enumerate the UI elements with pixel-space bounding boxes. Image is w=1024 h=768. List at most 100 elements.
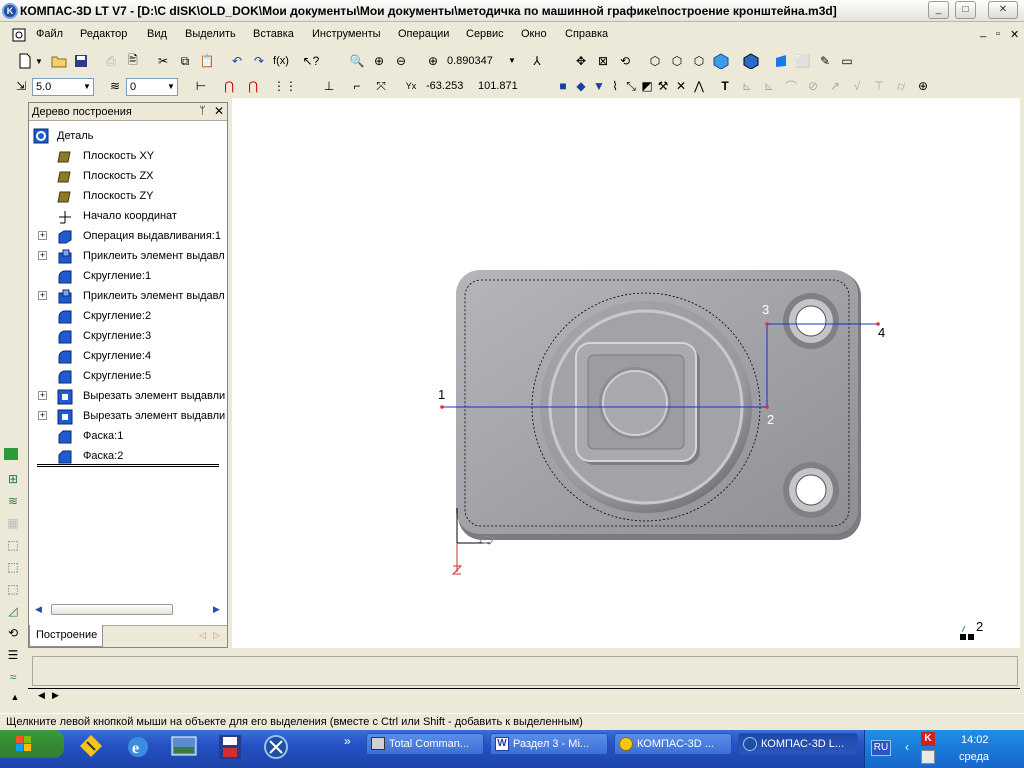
tree-item[interactable]: Скругление:3 [29,327,225,347]
face-filter-icon[interactable]: ◆ [572,77,590,95]
expand-icon[interactable]: + [38,251,47,260]
orientation-icon[interactable]: ⅄ [528,52,546,70]
internet-explorer-icon[interactable]: e [124,733,152,761]
tab-next-icon[interactable]: ▷ [213,630,220,641]
measure-icon[interactable]: ≈ [4,668,22,686]
pan-icon[interactable]: ✥ [572,52,590,70]
close-button[interactable]: ✕ [988,1,1018,19]
zoom-out-icon[interactable]: ⊖ [392,52,410,70]
sketch-point[interactable] [440,405,444,409]
model-view-svg[interactable]: 1 2 3 4 2 [232,98,1020,648]
quicklaunch-app-icon[interactable] [78,733,104,759]
select-face-icon[interactable]: ◿ [4,602,22,620]
model-icon[interactable]: ⬜ [794,52,812,70]
model-viewport[interactable]: 1 2 3 4 2 [232,98,1020,648]
properties-next-icon[interactable]: ▶ [52,690,59,701]
tray-app-icon[interactable] [921,750,935,764]
print-preview-icon[interactable]: 🖹 [124,52,142,70]
wireframe-icon[interactable]: ⬡ [646,52,664,70]
layer-combo[interactable]: 0 ▼ [126,78,178,96]
antivirus-icon[interactable]: K [921,732,935,746]
doc-minimize-button[interactable]: _ [980,26,986,38]
task-total-commander[interactable]: Total Comman... [366,733,484,755]
ortho-icon[interactable]: ⊢ [192,77,210,95]
doc-restore-button[interactable]: ▫ [996,28,1000,40]
mounting-hole-top[interactable] [783,293,839,349]
tree-item[interactable]: Скругление:1 [29,267,225,287]
dim-radius-icon[interactable]: ⌒ [782,77,800,95]
hidden-thin-icon[interactable]: ⬡ [690,52,708,70]
text-icon[interactable]: T [716,77,734,95]
tree-item[interactable]: + Вырезать элемент выдавли [29,387,225,407]
rotate-tool-icon[interactable]: ⟲ [4,624,22,642]
grid-icon[interactable]: ⋮⋮ [273,77,297,95]
print-icon[interactable]: ⎙ [102,52,120,70]
start-button[interactable] [0,730,64,758]
menu-tools[interactable]: Инструменты [312,28,381,40]
paste-icon[interactable]: 📋 [198,52,216,70]
language-indicator[interactable]: RU [871,740,891,756]
sketch-point[interactable] [765,405,769,409]
floppy-app-icon[interactable] [216,733,244,761]
edit-details-icon[interactable] [4,448,18,460]
snap-magnet-icon[interactable]: ⋂ [220,77,238,95]
tree-root[interactable]: Деталь [29,127,219,147]
hammer-icon[interactable]: ⚒ [654,77,672,95]
rotate-icon[interactable]: ⟲ [616,52,634,70]
document-icon[interactable] [10,26,28,44]
select-region-icon[interactable]: ⬚ [4,558,22,576]
scroll-thumb[interactable] [51,604,173,615]
tree-item[interactable]: + Приклеить элемент выдавл [29,287,225,307]
zoom-fit-icon[interactable]: ⊠ [594,52,612,70]
dim-diameter-icon[interactable]: ⊘ [804,77,822,95]
help-pointer-icon[interactable]: ↖? [302,52,320,70]
square-boss[interactable] [575,342,700,465]
menu-service[interactable]: Сервис [466,28,504,40]
layers-tool-icon[interactable]: ≋ [4,492,22,510]
select-frame-icon[interactable]: ⬚ [4,536,22,554]
minimize-button[interactable]: _ [928,1,949,19]
tree-item[interactable]: Скругление:4 [29,347,225,367]
crosshair-icon[interactable]: ⊕ [914,77,932,95]
tree-close-icon[interactable]: ✕ [214,104,224,118]
cut-icon[interactable]: ✂ [154,52,172,70]
scale-combo[interactable]: 0.890347 ▼ [444,53,518,71]
cube-filter-icon[interactable]: ■ [554,77,572,95]
tree-item[interactable]: + Приклеить элемент выдавл [29,247,225,267]
spec-icon[interactable]: ☰ [4,646,22,664]
axis-filter-icon[interactable]: ✕ [672,77,690,95]
doc-close-button[interactable]: ✕ [1010,28,1019,41]
task-word[interactable]: W Раздел 3 - Mi... [490,733,608,755]
mounting-hole-bottom[interactable] [783,462,839,518]
tree-item[interactable]: + Вырезать элемент выдавли [29,407,225,427]
new-file-icon[interactable] [16,52,34,70]
panel-icon[interactable]: ▭ [838,52,856,70]
tree-item[interactable]: Плоскость ZY [29,187,225,207]
zoom-icon[interactable]: 🔍 [348,52,366,70]
local-cs-icon[interactable]: ⊥ [320,77,338,95]
task-kompas-2[interactable]: КОМПАС-3D L... [738,733,858,755]
menu-help[interactable]: Справка [565,28,608,40]
redo-icon[interactable]: ↷ [250,52,268,70]
new-file-dropdown-icon[interactable]: ▼ [34,52,44,70]
point-snap-icon[interactable]: ⤧ [372,77,390,95]
tolerance-icon[interactable]: ⌭ [892,77,910,95]
properties-prev-icon[interactable]: ◀ [38,690,45,701]
hidden-lines-icon[interactable]: ⬡ [668,52,686,70]
menu-insert[interactable]: Вставка [253,28,294,40]
copy-icon[interactable]: ⧉ [176,52,194,70]
quicklaunch-chevron[interactable]: » [344,734,351,748]
tray-expand-icon[interactable]: ‹ [905,740,909,754]
curve-filter-icon[interactable]: ⋀ [690,77,708,95]
kompas-launch-icon[interactable] [262,733,290,761]
save-icon[interactable] [72,52,90,70]
menu-window[interactable]: Окно [521,28,547,40]
pin-icon[interactable]: ᛘ [199,105,206,117]
scroll-left-icon[interactable]: ◀ [35,604,42,615]
function-icon[interactable]: f(x) [272,52,290,70]
sketch-point[interactable] [765,322,769,326]
tree-item[interactable]: + Операция выдавливания:1 [29,227,225,247]
toolbar-more-icon[interactable]: ▲ [6,688,24,706]
task-kompas-1[interactable]: КОМПАС-3D ... [614,733,732,755]
roughness-icon[interactable]: √ [848,77,866,95]
